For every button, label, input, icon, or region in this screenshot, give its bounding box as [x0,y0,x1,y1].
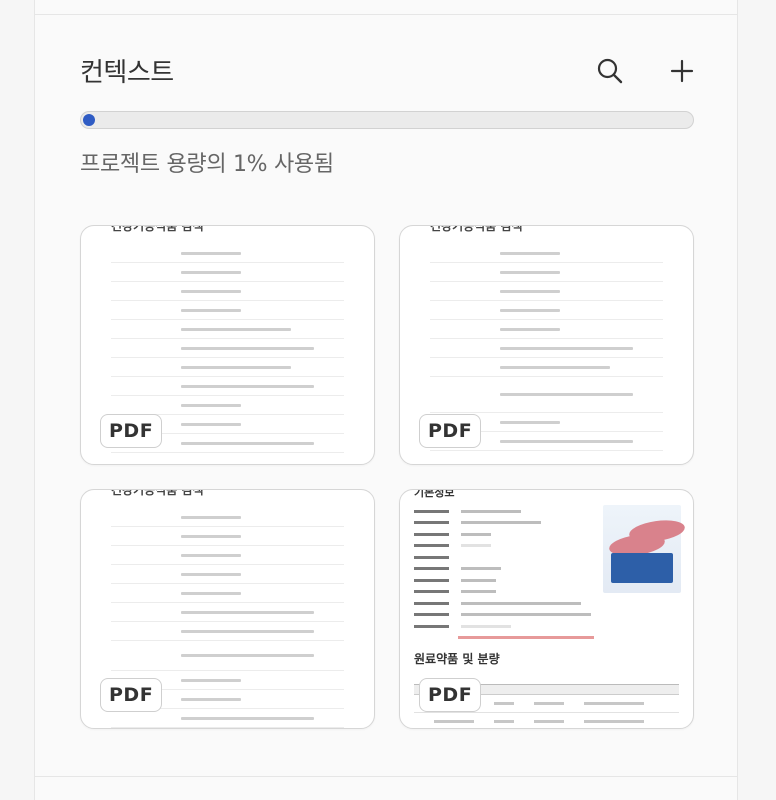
file-preview-title: 기본정보 [414,489,455,499]
top-divider [35,14,737,15]
bottom-divider [35,776,737,777]
file-card[interactable]: 기본정보 원료약품 및 분량 PDF [399,489,694,729]
context-panel: 컨텍스트 프로젝트 용량의 1% 사용됨 건강기능식품 검색 PDF 건강기능식… [34,0,738,800]
file-type-badge: PDF [100,678,163,712]
file-preview-title: 건강기능식품 검색 [111,489,204,497]
file-card[interactable]: 건강기능식품 검색 PDF [80,489,375,729]
file-preview [414,506,594,644]
plus-icon [670,59,694,83]
product-image [603,505,687,593]
panel-title: 컨텍스트 [80,58,174,88]
search-icon [597,58,623,84]
add-file-button[interactable] [667,56,697,86]
usage-progress-indicator [83,114,95,126]
file-preview-section-title: 원료약품 및 분량 [414,652,500,666]
file-card[interactable]: 건강기능식품 검색 PDF [80,225,375,465]
file-preview-title: 건강기능식품 검색 [430,225,523,233]
file-type-badge: PDF [100,414,163,448]
usage-progress-fill [81,112,99,128]
file-type-badge: PDF [419,678,482,712]
usage-progress-bar [80,111,694,129]
usage-text: 프로젝트 용량의 1% 사용됨 [80,152,334,177]
search-button[interactable] [595,56,625,86]
file-type-badge: PDF [419,414,482,448]
file-preview-title: 건강기능식품 검색 [111,225,204,233]
file-card[interactable]: 건강기능식품 검색 PDF [399,225,694,465]
